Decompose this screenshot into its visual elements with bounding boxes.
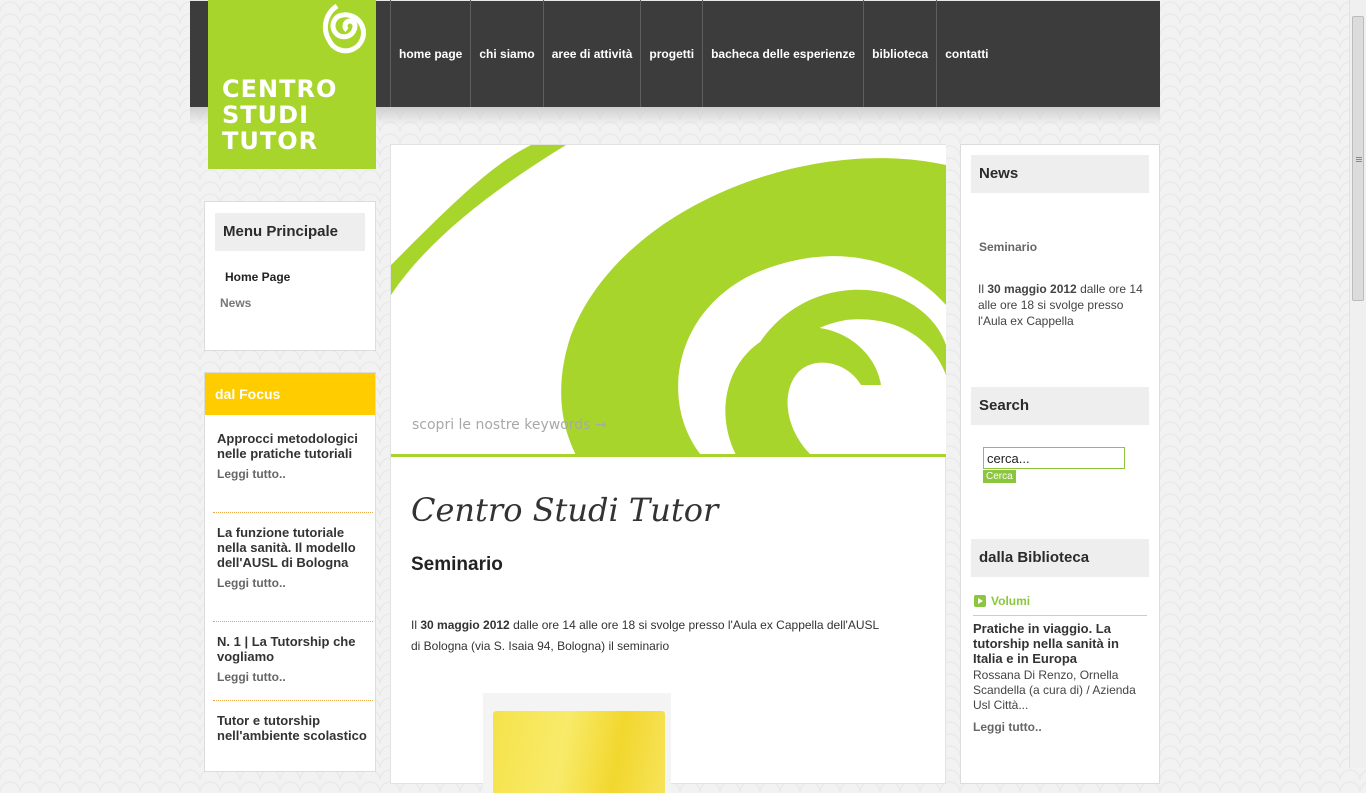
news-text-pre: Il [978, 282, 988, 296]
logo-line-1: CENTRO [222, 75, 338, 103]
article-subtitle: Seminario [411, 554, 503, 575]
body-text-pre: Il [411, 618, 421, 632]
news-date: 30 maggio 2012 [987, 282, 1077, 296]
yellow-painting-image [493, 711, 665, 793]
divider [213, 512, 373, 513]
swirl-icon [322, 3, 366, 54]
nav-biblioteca[interactable]: biblioteca [863, 0, 936, 107]
site-logo[interactable]: CENTRO STUDI TUTOR [208, 0, 376, 169]
keywords-text: scopri le nostre keywords [412, 417, 591, 433]
focus-item: La funzione tutoriale nella sanità. Il m… [217, 525, 367, 590]
menu-item-news[interactable]: News [220, 296, 251, 310]
book-author: Rossana Di Renzo, Ornella Scandella (a c… [973, 668, 1136, 712]
read-more-link[interactable]: Leggi tutto.. [217, 670, 367, 684]
search-box-title: Search [971, 387, 1149, 425]
focus-box: dal Focus Approcci metodologici nelle pr… [204, 372, 376, 772]
volumi-label: Volumi [991, 594, 1031, 608]
right-sidebar: News Seminario Il 30 maggio 2012 dalle o… [960, 144, 1160, 784]
focus-item-title[interactable]: Approcci metodologici nelle pratiche tut… [217, 431, 367, 461]
nav-chi-siamo[interactable]: chi siamo [470, 0, 542, 107]
article-body: Il 30 maggio 2012 dalle ore 14 alle ore … [411, 615, 891, 657]
vertical-scrollbar[interactable] [1349, 0, 1366, 768]
news-box-title: News [971, 155, 1149, 193]
nav-contatti[interactable]: contatti [936, 0, 996, 107]
focus-item-title[interactable]: N. 1 | La Tutorship che vogliamo [217, 634, 367, 664]
article-image [483, 693, 671, 793]
focus-item-title[interactable]: La funzione tutoriale nella sanità. Il m… [217, 525, 367, 570]
read-more-link[interactable]: Leggi tutto.. [973, 720, 1042, 734]
divider [213, 621, 373, 622]
divider [973, 615, 1147, 616]
nav-aree-di-attivita[interactable]: aree di attività [542, 0, 641, 107]
divider [213, 700, 373, 701]
banner-logo: CENTRO STUDI TUTOR [884, 381, 939, 429]
focus-item-title[interactable]: Tutor e tutorship nell'ambiente scolasti… [217, 713, 367, 743]
search-button[interactable]: Cerca [983, 470, 1016, 483]
biblioteca-box-title: dalla Biblioteca [971, 539, 1149, 577]
grip-icon [1356, 157, 1362, 163]
read-more-link[interactable]: Leggi tutto.. [217, 467, 367, 481]
main-menu-box: Menu Principale Home Page News [204, 201, 376, 351]
read-more-link[interactable]: Leggi tutto.. [217, 576, 367, 590]
banner-divider [391, 454, 946, 457]
banner-swirl-graphic [391, 145, 946, 455]
banner-logo-line-3: TUTOR [893, 414, 939, 428]
book-title[interactable]: Pratiche in viaggio. La tutorship nella … [973, 621, 1149, 666]
hero-banner[interactable]: scopri le nostre keywords → CENTRO STUDI… [391, 145, 946, 455]
search-input[interactable] [983, 447, 1125, 469]
body-date: 30 maggio 2012 [420, 618, 510, 632]
banner-logo-line-1: CENTRO [884, 382, 939, 396]
focus-item: Approcci metodologici nelle pratiche tut… [217, 431, 367, 481]
nav-bacheca-delle-esperienze[interactable]: bacheca delle esperienze [702, 0, 863, 107]
keywords-link[interactable]: scopri le nostre keywords → [412, 417, 607, 433]
play-icon [974, 595, 986, 607]
focus-item: Tutor e tutorship nell'ambiente scolasti… [217, 713, 367, 743]
logo-line-2: STUDI [222, 101, 309, 129]
page-container: CENTRO STUDI TUTOR home page chi siamo a… [190, 0, 1160, 793]
logo-text: CENTRO STUDI TUTOR [222, 76, 337, 154]
nav-progetti[interactable]: progetti [640, 0, 702, 107]
scrollbar-thumb[interactable] [1352, 16, 1364, 301]
main-content: scopri le nostre keywords → CENTRO STUDI… [390, 144, 946, 793]
news-item-text: Il 30 maggio 2012 dalle ore 14 alle ore … [978, 281, 1146, 329]
page-title: Centro Studi Tutor [411, 491, 719, 529]
main-menu-title: Menu Principale [215, 213, 365, 251]
news-item-title[interactable]: Seminario [979, 240, 1037, 254]
focus-title: dal Focus [205, 373, 375, 415]
main-nav: home page chi siamo aree di attività pro… [390, 0, 997, 107]
focus-item: N. 1 | La Tutorship che vogliamo Leggi t… [217, 634, 367, 684]
logo-line-3: TUTOR [222, 127, 319, 155]
banner-logo-line-2: STUDI [897, 398, 939, 412]
nav-home-page[interactable]: home page [390, 0, 470, 107]
volumi-category-link[interactable]: Volumi [974, 594, 1030, 608]
arrow-right-icon: → [594, 417, 607, 433]
menu-item-home-page[interactable]: Home Page [225, 270, 290, 284]
